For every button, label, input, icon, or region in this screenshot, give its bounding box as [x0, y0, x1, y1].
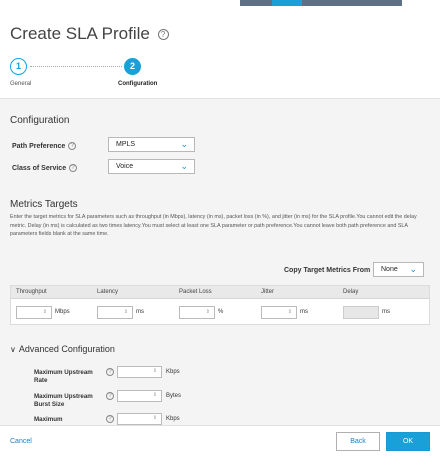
help-icon[interactable]: ?	[157, 29, 169, 41]
help-icon: ?	[68, 142, 77, 150]
copy-target-metrics-select[interactable]: None ⌄	[373, 262, 424, 277]
throughput-input[interactable]: ⇕	[16, 306, 52, 319]
packet-loss-input[interactable]: ⇕	[179, 306, 215, 319]
maximum-unit: Kbps	[166, 416, 180, 422]
latency-unit: ms	[136, 309, 144, 315]
step-1-label[interactable]: General	[10, 81, 31, 87]
back-button[interactable]: Back	[336, 432, 380, 451]
dialog-footer: Cancel Back OK	[0, 425, 440, 458]
dialog-title-text: Create SLA Profile	[10, 24, 150, 43]
metrics-table-header: Throughput Latency Packet Loss Jitter De…	[11, 286, 429, 299]
metrics-table: Throughput Latency Packet Loss Jitter De…	[10, 285, 430, 325]
path-preference-label: Path Preference?	[12, 142, 77, 150]
max-upstream-rate-unit: Kbps	[166, 369, 180, 375]
stepper-icon[interactable]: ⇕	[43, 309, 47, 315]
max-upstream-burst-unit: Bytes	[166, 393, 182, 399]
stepper-icon[interactable]: ⇕	[153, 415, 157, 421]
max-upstream-burst-label: Maximum Upstream Burst Size	[34, 393, 93, 408]
jitter-unit: ms	[300, 309, 308, 315]
max-upstream-burst-input[interactable]: ⇕	[117, 390, 162, 402]
jitter-input[interactable]: ⇕	[261, 306, 297, 319]
maximum-label: Maximum	[34, 416, 63, 423]
advanced-configuration-toggle[interactable]: ∨ Advanced Configuration	[10, 344, 115, 354]
help-icon[interactable]: ?	[106, 415, 114, 423]
path-preference-select[interactable]: MPLS ⌄	[108, 137, 195, 152]
help-icon: ?	[69, 164, 78, 172]
dialog-title: Create SLA Profile ?	[10, 24, 169, 44]
column-jitter: Jitter	[261, 289, 275, 295]
chevron-down-icon: ⌄	[409, 264, 417, 274]
help-icon[interactable]: ?	[106, 368, 114, 376]
max-upstream-rate-input[interactable]: ⇕	[117, 366, 162, 378]
stepper-icon[interactable]: ⇕	[124, 309, 128, 315]
stepper-icon[interactable]: ⇕	[288, 309, 292, 315]
stepper-icon[interactable]: ⇕	[153, 368, 157, 374]
column-delay: Delay	[343, 289, 359, 295]
chevron-down-icon: ⌄	[180, 139, 188, 149]
delay-input	[343, 306, 379, 319]
class-of-service-label: Class of Service?	[12, 164, 78, 172]
configuration-heading: Configuration	[10, 115, 70, 126]
chevron-down-icon: ⌄	[180, 161, 188, 171]
help-icon[interactable]: ?	[106, 392, 114, 400]
cancel-link[interactable]: Cancel	[10, 438, 32, 445]
step-1-indicator[interactable]: 1	[10, 58, 27, 75]
step-2-label[interactable]: Configuration	[118, 81, 157, 87]
delay-unit: ms	[382, 309, 390, 315]
step-2-indicator[interactable]: 2	[124, 58, 141, 75]
metrics-targets-heading: Metrics Targets	[10, 199, 78, 210]
metrics-description: Enter the target metrics for SLA paramet…	[10, 214, 417, 237]
column-throughput: Throughput	[16, 289, 47, 295]
column-packet-loss: Packet Loss	[179, 289, 212, 295]
packet-loss-unit: %	[218, 309, 224, 315]
class-of-service-select[interactable]: Voice ⌄	[108, 159, 195, 174]
latency-input[interactable]: ⇕	[97, 306, 133, 319]
column-latency: Latency	[97, 289, 119, 295]
stepper-icon[interactable]: ⇕	[206, 309, 210, 315]
max-upstream-rate-label: Maximum Upstream Rate	[34, 369, 93, 384]
step-connector	[30, 66, 122, 67]
ok-button[interactable]: OK	[386, 432, 430, 451]
maximum-input[interactable]: ⇕	[117, 413, 162, 425]
configuration-panel[interactable]: Configuration Path Preference? MPLS ⌄ Cl…	[0, 98, 440, 425]
throughput-unit: Mbps	[55, 309, 70, 315]
copy-target-metrics-label: Copy Target Metrics From	[284, 267, 371, 274]
stepper-icon[interactable]: ⇕	[153, 392, 157, 398]
chevron-down-icon: ∨	[10, 345, 16, 354]
dialog-header: Create SLA Profile ? 1 2 General Configu…	[0, 6, 440, 98]
